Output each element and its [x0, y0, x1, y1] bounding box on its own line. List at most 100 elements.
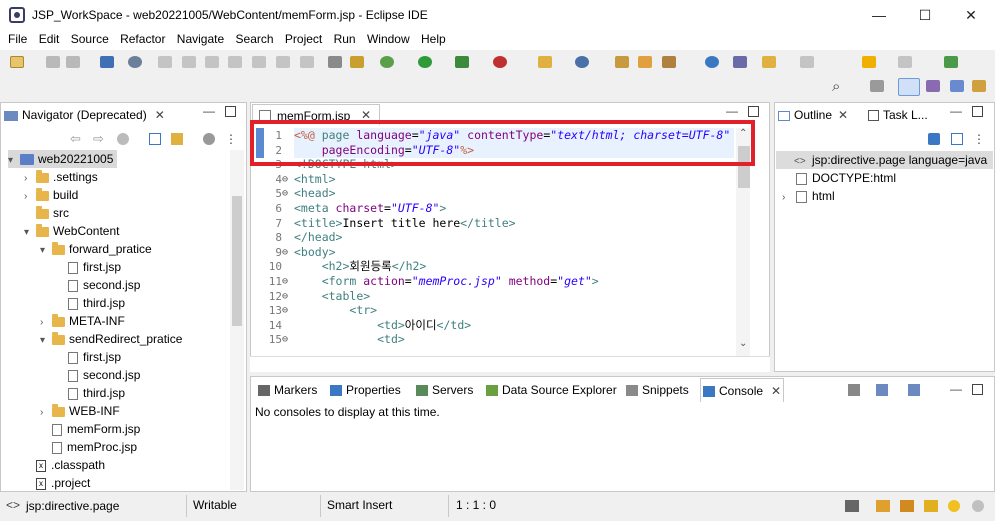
tree-item-file[interactable]: third.jsp: [56, 384, 125, 402]
close-icon[interactable]: ✕: [838, 108, 848, 122]
tree-item-file[interactable]: third.jsp: [56, 294, 125, 312]
scroll-down-icon[interactable]: ⌄: [739, 338, 747, 349]
menu-edit[interactable]: Edit: [39, 30, 60, 46]
fold-icon[interactable]: ⊖: [282, 303, 288, 318]
toggle-block-icon[interactable]: [328, 56, 342, 68]
outline-item[interactable]: › html: [782, 187, 835, 205]
view-menu-chevron-icon[interactable]: ⋮: [973, 132, 985, 146]
step-into-icon[interactable]: [252, 56, 266, 68]
jee-perspective-icon[interactable]: [898, 78, 920, 96]
tree-item-folder[interactable]: › META-INF: [40, 312, 125, 330]
minimize-view-icon[interactable]: —: [950, 104, 962, 118]
tab-servers[interactable]: Servers: [414, 378, 484, 402]
tips-icon[interactable]: [924, 500, 938, 512]
tree-item-file[interactable]: second.jsp: [56, 366, 140, 384]
tree-item-folder[interactable]: › .settings: [24, 168, 98, 186]
search-tool-icon[interactable]: [662, 56, 676, 68]
tab-data-source-explorer[interactable]: Data Source Explorer: [484, 378, 624, 402]
tab-markers[interactable]: Markers: [256, 378, 328, 402]
tree-item-folder[interactable]: ▾ WebContent: [24, 222, 120, 240]
external-tools-icon[interactable]: [493, 56, 507, 68]
chevron-icon[interactable]: ▾: [40, 332, 52, 350]
forward-icon[interactable]: [898, 56, 912, 68]
tree-item-folder[interactable]: src: [24, 204, 69, 222]
maximize-view-icon[interactable]: [225, 106, 236, 117]
task-list-tab[interactable]: Task L...: [868, 106, 938, 124]
git-perspective-icon[interactable]: [950, 80, 964, 92]
step-return-icon[interactable]: [300, 56, 314, 68]
menu-search[interactable]: Search: [236, 30, 274, 46]
outline-tab[interactable]: Outline ✕: [778, 106, 858, 124]
fold-icon[interactable]: ⊖: [282, 172, 288, 187]
tree-item-folder[interactable]: ▾ forward_pratice: [40, 240, 152, 258]
open-task-icon[interactable]: [638, 56, 652, 68]
view-menu-icon[interactable]: [203, 133, 215, 145]
close-icon[interactable]: ✕: [771, 384, 781, 398]
outline-link-icon[interactable]: [951, 133, 963, 145]
minimize-view-icon[interactable]: —: [726, 104, 738, 118]
fold-icon[interactable]: ⊖: [282, 289, 288, 304]
menu-navigate[interactable]: Navigate: [177, 30, 224, 46]
browser-icon[interactable]: [705, 56, 719, 68]
fold-icon[interactable]: ⊖: [282, 186, 288, 201]
tree-item-folder[interactable]: ▾ sendRedirect_pratice: [40, 330, 182, 348]
updates-icon[interactable]: [972, 500, 984, 512]
tree-item-file[interactable]: first.jsp: [56, 258, 121, 276]
tab-console[interactable]: Console ✕: [700, 378, 784, 402]
fold-icon[interactable]: ⊖: [282, 332, 288, 347]
terminate-icon[interactable]: [205, 56, 219, 68]
menu-source[interactable]: Source: [71, 30, 109, 46]
open-console-icon[interactable]: [908, 384, 920, 396]
web-service-icon[interactable]: [350, 56, 364, 68]
back-nav-icon[interactable]: ⇦: [70, 131, 81, 147]
menu-run[interactable]: Run: [334, 30, 356, 46]
chevron-icon[interactable]: ▾: [40, 242, 52, 260]
fold-icon[interactable]: ⊖: [282, 274, 288, 289]
outline-item[interactable]: DOCTYPE:html: [782, 169, 896, 187]
team-perspective-icon[interactable]: [972, 80, 986, 92]
outline-item[interactable]: <> jsp:directive.page language=java: [794, 151, 987, 169]
collapse-all-icon[interactable]: [928, 133, 940, 145]
new-icon[interactable]: [10, 56, 24, 68]
resume-icon[interactable]: [158, 56, 172, 68]
up-icon[interactable]: [117, 133, 129, 145]
smiley-icon[interactable]: [948, 500, 960, 512]
heap-icon[interactable]: [845, 500, 859, 512]
skip-breakpoints-icon[interactable]: [128, 56, 142, 68]
editor-hscroll[interactable]: [250, 356, 770, 372]
menu-help[interactable]: Help: [421, 30, 446, 46]
close-icon[interactable]: ✕: [155, 108, 165, 122]
maximize-view-icon[interactable]: [972, 384, 983, 395]
search-icon[interactable]: ⌕: [832, 78, 840, 95]
minimize-button[interactable]: —: [856, 0, 902, 30]
collapse-all-icon[interactable]: [149, 133, 161, 145]
navigator-scrollbar-thumb[interactable]: [232, 196, 242, 326]
step-over-icon[interactable]: [276, 56, 290, 68]
tree-item-folder[interactable]: › WEB-INF: [40, 402, 120, 420]
tutorial-icon[interactable]: [900, 500, 914, 512]
close-button[interactable]: ✕: [948, 0, 994, 30]
tab-properties[interactable]: Properties: [328, 378, 414, 402]
minimize-view-icon[interactable]: —: [203, 104, 215, 118]
display-console-icon[interactable]: [876, 384, 888, 396]
book-icon[interactable]: [876, 500, 890, 512]
disconnect-icon[interactable]: [228, 56, 242, 68]
maximize-view-icon[interactable]: [748, 106, 759, 117]
next-annotation-icon[interactable]: [762, 56, 776, 68]
save-all-icon[interactable]: [66, 56, 80, 68]
menu-refactor[interactable]: Refactor: [120, 30, 165, 46]
forward-nav-icon[interactable]: ⇨: [93, 131, 104, 147]
pin-console-icon[interactable]: [848, 384, 860, 396]
fold-icon[interactable]: ⊖: [282, 245, 288, 260]
tree-item-folder[interactable]: › build: [24, 186, 78, 204]
tree-item-file[interactable]: memForm.jsp: [40, 420, 140, 438]
tree-item-xfile[interactable]: x .classpath: [24, 456, 105, 474]
maximize-button[interactable]: ☐: [902, 0, 948, 30]
tree-item-file[interactable]: first.jsp: [56, 348, 121, 366]
last-edit-icon[interactable]: [800, 56, 814, 68]
menu-window[interactable]: Window: [367, 30, 410, 46]
run-server-icon[interactable]: [455, 56, 469, 68]
menu-project[interactable]: Project: [285, 30, 322, 46]
debug-perspective-icon[interactable]: [926, 80, 940, 92]
navigator-scrollbar[interactable]: [230, 150, 244, 490]
